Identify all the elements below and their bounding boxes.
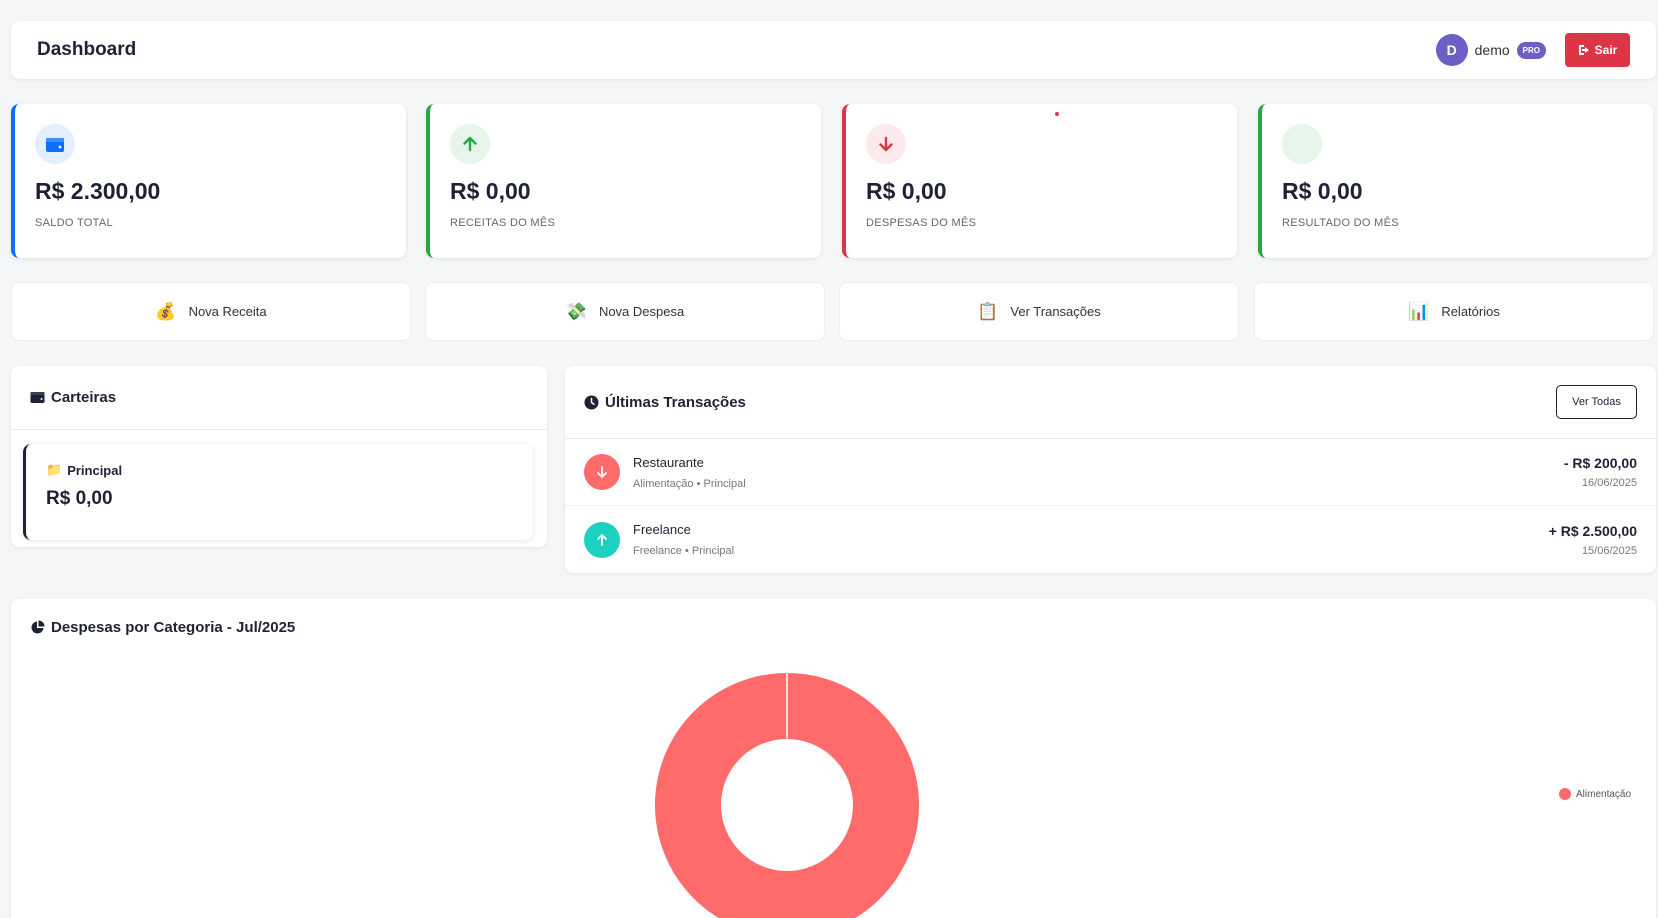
wallet-icon [35,124,75,164]
username: demo [1474,42,1510,58]
clipboard-icon: 📋 [977,301,999,321]
logout-icon [1578,45,1589,55]
nova-despesa-button[interactable]: 💸 Nova Despesa [425,282,825,341]
chart-legend: Alimentação [1559,788,1631,800]
transaction-row[interactable]: Restaurante Alimentação • Principal - R$… [565,439,1656,506]
top-header: Dashboard D demo PRO Sair [11,21,1656,79]
transaction-row[interactable]: Freelance Freelance • Principal + R$ 2.5… [565,506,1656,573]
wallet-item[interactable]: 📁 Principal R$ 0,00 [23,444,533,540]
pro-badge: PRO [1516,41,1546,59]
transaction-date: 16/06/2025 [1581,477,1637,489]
page-title: Dashboard [37,39,137,60]
chart-title: Despesas por Categoria - Jul/2025 [30,619,1637,636]
transaction-date: 15/06/2025 [1581,544,1637,557]
stat-card-saldo-total: R$ 2.300,00 SALDO TOTAL [11,104,406,258]
stat-value: R$ 0,00 [450,178,531,204]
stat-label: RECEITAS DO MÊS [450,217,556,229]
donut-chart [655,673,919,918]
transactions-title: Últimas Transações [584,394,746,411]
action-label: Ver Transações [1010,304,1101,319]
wallets-panel: Carteiras 📁 Principal R$ 0,00 [11,366,547,547]
transaction-amount: - R$ 200,00 [1563,455,1637,471]
action-label: Nova Receita [188,304,267,319]
folder-icon: 📁 [46,462,63,477]
wallets-title: Carteiras [30,389,116,406]
red-dot [1055,112,1059,116]
ver-transacoes-button[interactable]: 📋 Ver Transações [839,282,1239,341]
action-label: Relatórios [1441,304,1500,319]
transaction-meta: Freelance • Principal [633,545,735,557]
transaction-description: Restaurante [633,454,704,470]
ver-todas-button[interactable]: Ver Todas [1556,385,1637,419]
stat-card-despesas: R$ 0,00 DESPESAS DO MÊS [842,104,1237,258]
stat-label: DESPESAS DO MÊS [866,217,977,229]
stat-value: R$ 0,00 [1282,178,1363,204]
money-bag-icon: 💰 [155,301,177,321]
legend-label: Alimentação [1576,788,1632,800]
money-wings-icon: 💸 [565,301,587,321]
stat-card-receitas: R$ 0,00 RECEITAS DO MÊS [426,104,821,258]
transaction-amount: + R$ 2.500,00 [1548,522,1637,539]
transactions-panel: Últimas Transações Ver Todas Restaurante… [565,366,1656,573]
logout-button[interactable]: Sair [1565,33,1630,67]
arrow-down-icon [866,124,906,164]
action-label: Nova Despesa [598,304,685,319]
wallet-icon [30,392,45,403]
logout-label: Sair [1594,43,1618,57]
transaction-meta: Alimentação • Principal [633,477,746,490]
relatorios-button[interactable]: 📊 Relatórios [1254,282,1654,341]
bar-chart-icon: 📊 [1408,301,1430,321]
arrow-up-icon [584,521,620,558]
stat-value: R$ 0,00 [866,178,947,204]
stat-value: R$ 2.300,00 [35,178,161,204]
pie-chart-icon [31,620,45,634]
arrow-down-icon [584,454,620,490]
wallet-balance: R$ 0,00 [46,488,113,509]
legend-swatch [1559,788,1571,800]
wallet-name: 📁 Principal [46,462,123,478]
stat-card-resultado: R$ 0,00 RESULTADO DO MÊS [1258,104,1653,258]
clock-icon [584,395,599,409]
stat-label: RESULTADO DO MÊS [1282,217,1399,229]
avatar[interactable]: D [1435,34,1468,66]
arrow-up-icon [450,124,490,164]
stat-label: SALDO TOTAL [35,217,113,229]
user-area: D demo PRO Sair [1435,33,1630,67]
expenses-chart-panel: Despesas por Categoria - Jul/2025 Alimen… [11,599,1656,918]
transaction-description: Freelance [633,522,691,537]
result-icon [1282,124,1322,164]
nova-receita-button[interactable]: 💰 Nova Receita [11,282,411,341]
